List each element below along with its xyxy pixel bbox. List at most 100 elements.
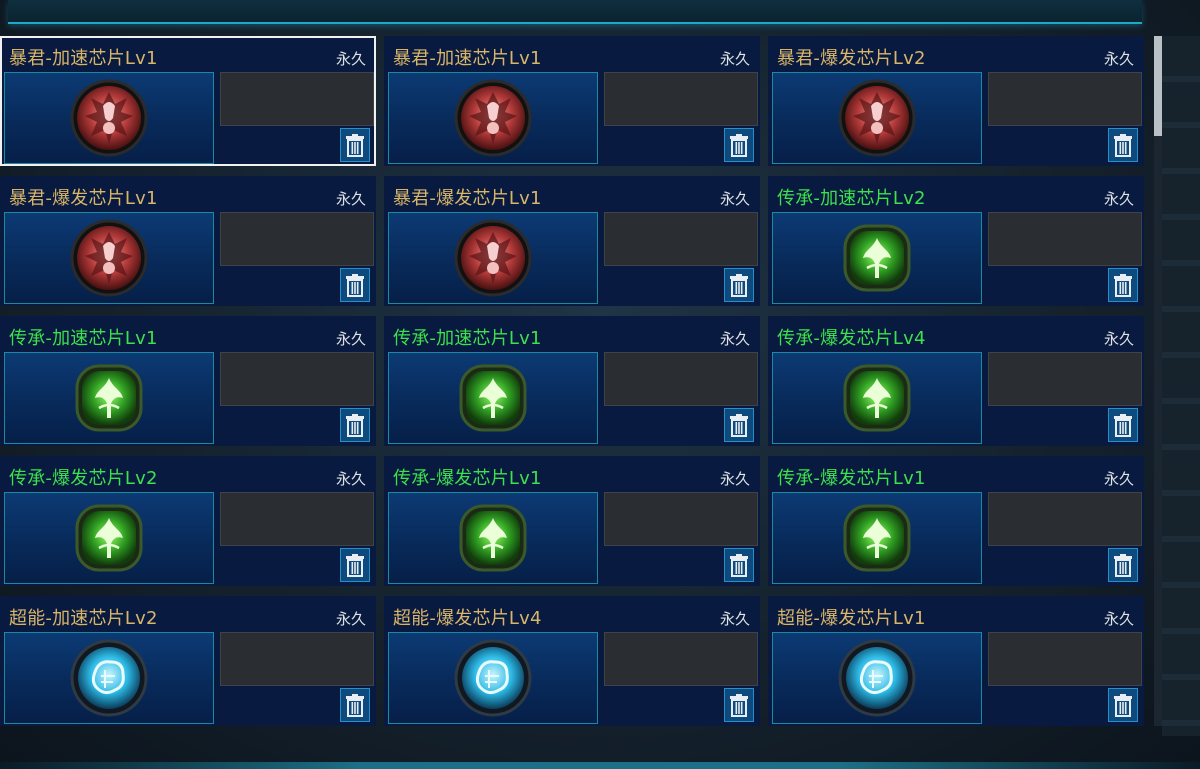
delete-button[interactable]	[340, 268, 370, 302]
chip-attribute-slot	[988, 72, 1142, 126]
chip-attribute-slot	[604, 352, 758, 406]
chip-name: 传承-加速芯片Lv1	[9, 328, 158, 349]
chip-icon-frame[interactable]	[388, 492, 598, 584]
delete-button[interactable]	[340, 128, 370, 162]
delete-button[interactable]	[340, 548, 370, 582]
chip-name: 超能-加速芯片Lv2	[9, 608, 158, 629]
background-panel-deco	[1162, 36, 1200, 736]
trash-icon	[730, 134, 748, 157]
legacy-chip-icon	[843, 364, 911, 432]
tyrant-chip-icon	[70, 79, 148, 157]
delete-button[interactable]	[1108, 268, 1138, 302]
delete-button[interactable]	[1108, 408, 1138, 442]
chip-duration: 永久	[335, 330, 366, 348]
delete-button[interactable]	[1108, 128, 1138, 162]
chip-card-7[interactable]: 传承-加速芯片Lv1 永久	[0, 316, 376, 446]
chip-name: 超能-爆发芯片Lv1	[777, 608, 926, 629]
chip-card-13[interactable]: 超能-加速芯片Lv2 永久	[0, 596, 376, 726]
inventory-scrollbar[interactable]	[1154, 36, 1162, 726]
top-frame-bar	[8, 0, 1142, 24]
chip-icon-frame[interactable]	[388, 352, 598, 444]
chip-name: 传承-爆发芯片Lv4	[777, 328, 926, 349]
chip-duration: 永久	[1103, 190, 1134, 208]
delete-button[interactable]	[1108, 688, 1138, 722]
trash-icon	[730, 694, 748, 717]
chip-card-10[interactable]: 传承-爆发芯片Lv2 永久	[0, 456, 376, 586]
chip-name: 传承-加速芯片Lv1	[393, 328, 542, 349]
tyrant-chip-icon	[838, 79, 916, 157]
chip-card-11[interactable]: 传承-爆发芯片Lv1 永久	[384, 456, 760, 586]
chip-icon-frame[interactable]	[4, 72, 214, 164]
delete-button[interactable]	[724, 408, 754, 442]
delete-button[interactable]	[340, 688, 370, 722]
legacy-chip-icon	[459, 504, 527, 572]
delete-button[interactable]	[724, 688, 754, 722]
chip-icon-frame[interactable]	[388, 632, 598, 724]
chip-attribute-slot	[988, 352, 1142, 406]
chip-card-8[interactable]: 传承-加速芯片Lv1 永久	[384, 316, 760, 446]
tyrant-chip-icon	[454, 79, 532, 157]
chip-duration: 永久	[335, 470, 366, 488]
chip-name: 传承-爆发芯片Lv1	[393, 468, 542, 489]
tyrant-chip-icon	[454, 219, 532, 297]
trash-icon	[1114, 694, 1132, 717]
chip-card-4[interactable]: 暴君-爆发芯片Lv1 永久	[0, 176, 376, 306]
chip-name: 传承-加速芯片Lv2	[777, 188, 926, 209]
chip-name: 超能-爆发芯片Lv4	[393, 608, 542, 629]
trash-icon	[346, 274, 364, 297]
delete-button[interactable]	[340, 408, 370, 442]
psi-chip-icon	[70, 639, 148, 717]
delete-button[interactable]	[724, 128, 754, 162]
delete-button[interactable]	[724, 548, 754, 582]
chip-name: 传承-爆发芯片Lv2	[9, 468, 158, 489]
chip-icon-frame[interactable]	[4, 632, 214, 724]
chip-card-6[interactable]: 传承-加速芯片Lv2 永久	[768, 176, 1144, 306]
chip-attribute-slot	[988, 492, 1142, 546]
chip-icon-frame[interactable]	[772, 632, 982, 724]
chip-icon-frame[interactable]	[772, 212, 982, 304]
chip-duration: 永久	[719, 190, 750, 208]
trash-icon	[1114, 414, 1132, 437]
chip-card-1[interactable]: 暴君-加速芯片Lv1 永久	[0, 36, 376, 166]
trash-icon	[346, 134, 364, 157]
chip-name: 暴君-爆发芯片Lv2	[777, 48, 926, 69]
legacy-chip-icon	[843, 224, 911, 292]
chip-card-15[interactable]: 超能-爆发芯片Lv1 永久	[768, 596, 1144, 726]
chip-attribute-slot	[604, 212, 758, 266]
chip-icon-frame[interactable]	[4, 352, 214, 444]
chip-card-9[interactable]: 传承-爆发芯片Lv4 永久	[768, 316, 1144, 446]
chip-name: 暴君-加速芯片Lv1	[393, 48, 542, 69]
chip-icon-frame[interactable]	[772, 492, 982, 584]
legacy-chip-icon	[75, 504, 143, 572]
chip-icon-frame[interactable]	[772, 352, 982, 444]
chip-card-12[interactable]: 传承-爆发芯片Lv1 永久	[768, 456, 1144, 586]
chip-card-5[interactable]: 暴君-爆发芯片Lv1 永久	[384, 176, 760, 306]
chip-duration: 永久	[335, 610, 366, 628]
chip-card-14[interactable]: 超能-爆发芯片Lv4 永久	[384, 596, 760, 726]
chip-duration: 永久	[719, 610, 750, 628]
chip-attribute-slot	[604, 72, 758, 126]
chip-attribute-slot	[220, 352, 374, 406]
scrollbar-thumb[interactable]	[1154, 36, 1162, 136]
legacy-chip-icon	[75, 364, 143, 432]
chip-name: 暴君-爆发芯片Lv1	[9, 188, 158, 209]
legacy-chip-icon	[459, 364, 527, 432]
chip-attribute-slot	[220, 492, 374, 546]
chip-card-2[interactable]: 暴君-加速芯片Lv1 永久	[384, 36, 760, 166]
trash-icon	[346, 554, 364, 577]
chip-icon-frame[interactable]	[4, 492, 214, 584]
chip-duration: 永久	[1103, 470, 1134, 488]
chip-card-3[interactable]: 暴君-爆发芯片Lv2 永久	[768, 36, 1144, 166]
chip-icon-frame[interactable]	[772, 72, 982, 164]
psi-chip-icon	[838, 639, 916, 717]
chip-icon-frame[interactable]	[4, 212, 214, 304]
chip-attribute-slot	[220, 632, 374, 686]
chip-attribute-slot	[988, 632, 1142, 686]
chip-duration: 永久	[719, 470, 750, 488]
chip-duration: 永久	[335, 190, 366, 208]
delete-button[interactable]	[1108, 548, 1138, 582]
chip-icon-frame[interactable]	[388, 212, 598, 304]
delete-button[interactable]	[724, 268, 754, 302]
bottom-frame-bar	[0, 762, 1200, 769]
chip-icon-frame[interactable]	[388, 72, 598, 164]
